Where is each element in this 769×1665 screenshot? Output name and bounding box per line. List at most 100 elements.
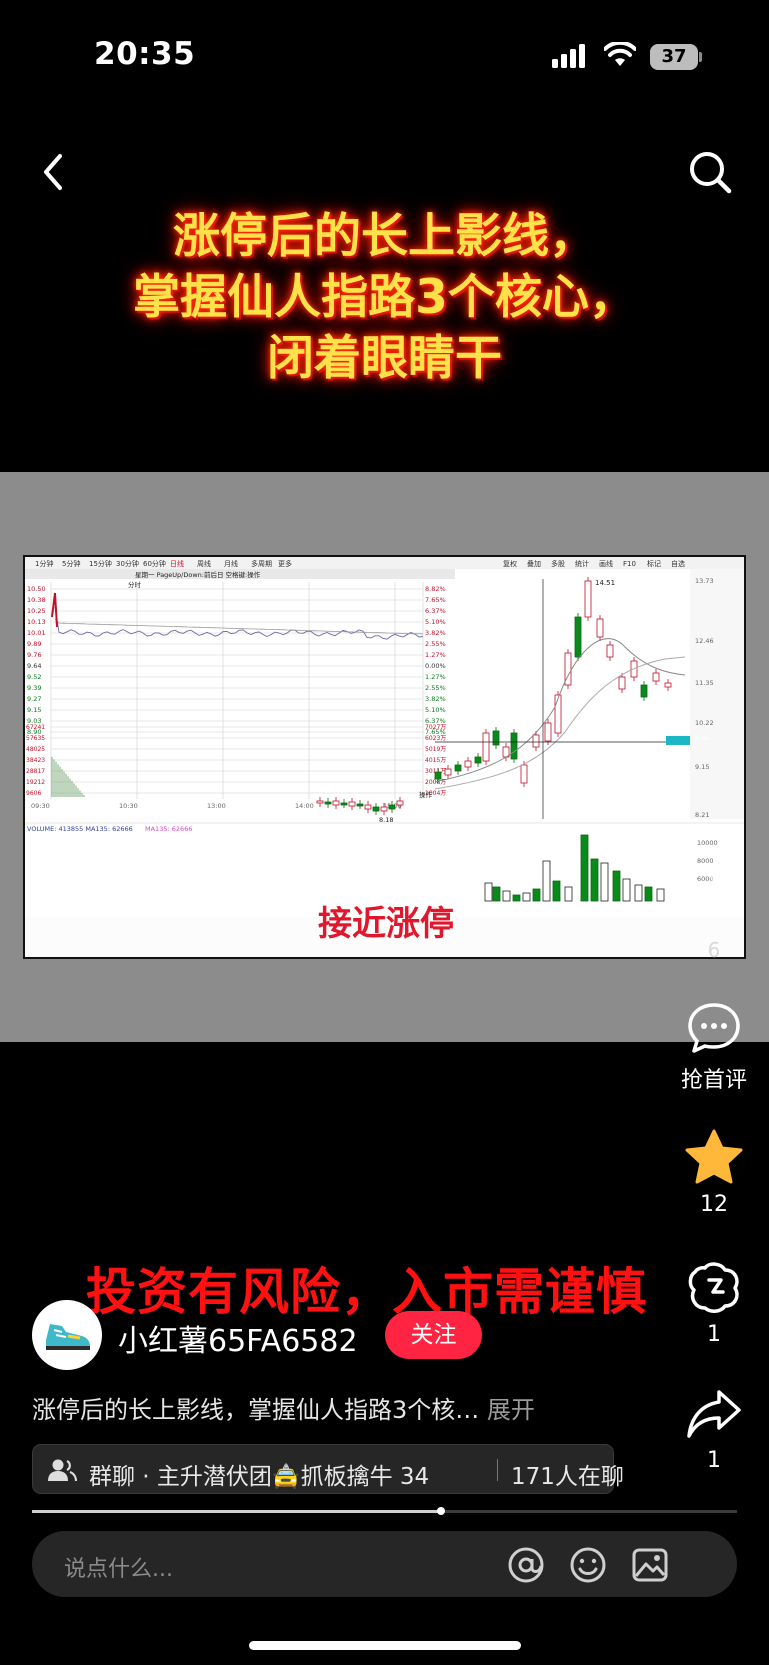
pct-tick: 5.10% xyxy=(425,706,446,714)
headline-line-1: 涨停后的长上影线， xyxy=(173,209,596,264)
volume-bar xyxy=(522,892,531,902)
candle xyxy=(492,730,500,746)
volume-bar xyxy=(484,882,493,902)
price-tick: 9.27 xyxy=(27,695,41,703)
comment-placeholder[interactable]: 说点什么... xyxy=(64,1551,173,1583)
toolbar-tab: 周线 xyxy=(197,559,211,568)
pct-tick: 2.55% xyxy=(425,684,446,692)
search-button[interactable] xyxy=(686,148,734,196)
comment-action[interactable]: 抢首评 xyxy=(668,1000,760,1094)
wifi-icon xyxy=(604,42,636,66)
group-chat-chip[interactable]: 群聊 · 主升潜伏团🚖抓板擒牛 34 171人在聊 xyxy=(32,1444,624,1494)
pct-tick: 5.10% xyxy=(425,618,446,626)
share-action[interactable]: 1 xyxy=(668,1388,760,1473)
op-label: 操作 xyxy=(419,790,433,799)
volume-tick: 9606 xyxy=(26,790,41,797)
price-tick: 9.64 xyxy=(27,662,41,670)
volume-tick: 4015万 xyxy=(425,757,446,764)
volume-tick: 38423 xyxy=(26,757,45,764)
volume-bar xyxy=(532,888,541,902)
candle xyxy=(388,804,396,810)
author-name[interactable]: 小红薯65FA6582 xyxy=(118,1316,358,1360)
near-limit-overlay: 接近涨停 xyxy=(318,904,454,944)
pct-tick: 7.65% xyxy=(425,596,446,604)
volume-bar xyxy=(542,860,551,902)
candle xyxy=(544,722,552,742)
time-tick: 13:00 xyxy=(207,802,226,810)
progress-knob[interactable] xyxy=(436,1507,445,1515)
kline-high-label: 14.51 xyxy=(595,579,615,587)
toolbar-button: 叠加 xyxy=(527,559,541,568)
group-chat-online: 171人在聊 xyxy=(511,1464,624,1490)
time-tick: 10:30 xyxy=(119,802,138,810)
volume-bar xyxy=(564,886,573,902)
candle xyxy=(520,764,528,784)
toolbar-button: 复权 xyxy=(503,559,517,568)
volume-bar xyxy=(634,884,643,902)
candle xyxy=(596,618,604,638)
comment-input-bar[interactable]: 说点什么... xyxy=(32,1531,737,1597)
price-tick: 9.76 xyxy=(27,651,41,659)
clock: 20:35 xyxy=(94,36,196,72)
price-tick: 10.50 xyxy=(27,585,46,593)
candle xyxy=(510,732,518,760)
follow-button[interactable]: 关注 xyxy=(385,1311,482,1359)
price-tick: 10.13 xyxy=(27,618,46,626)
toolbar-tab: 30分钟 xyxy=(116,559,139,568)
candle xyxy=(606,644,614,658)
toolbar-tab: 15分钟 xyxy=(89,559,112,568)
candle xyxy=(584,580,592,618)
price-tick: 10.38 xyxy=(27,596,46,604)
volume-bar xyxy=(612,870,621,902)
toolbar-tab: 更多 xyxy=(278,559,292,568)
author-avatar[interactable] xyxy=(32,1300,102,1370)
battery-icon: 37 xyxy=(650,44,702,70)
candle xyxy=(574,616,582,658)
back-button[interactable] xyxy=(36,150,70,194)
kline-price-tick: 8.21 xyxy=(695,811,709,819)
pct-tick: 3.82% xyxy=(425,629,446,637)
like-count: 6 xyxy=(707,938,721,962)
kline-price-tick: 10.22 xyxy=(695,719,714,727)
pct-tick: 1.27% xyxy=(425,651,446,659)
pct-tick: 1.27% xyxy=(425,673,446,681)
volume-bar xyxy=(622,878,631,902)
candle xyxy=(364,804,372,810)
price-tick: 9.39 xyxy=(27,684,41,692)
intraday-header: 星期一 PageUp/Down:前后日 空格键:操作 xyxy=(135,570,261,579)
candle xyxy=(482,732,490,762)
gift-count: 1 xyxy=(707,1322,721,1347)
candle xyxy=(444,768,452,776)
candle xyxy=(532,734,540,748)
volume-bar xyxy=(552,880,561,902)
price-tick: 10.25 xyxy=(27,607,46,615)
expand-link[interactable]: 展开 xyxy=(487,1396,535,1424)
volume-bar xyxy=(512,894,521,902)
playback-progress[interactable] xyxy=(32,1507,737,1515)
toolbar-tab: 1分钟 xyxy=(35,559,53,568)
gift-action[interactable]: 1 xyxy=(668,1258,760,1347)
volume-legend: VOLUME: 413855 MA135: 62666 xyxy=(27,825,133,833)
sneaker-avatar-icon xyxy=(46,1324,90,1350)
candle xyxy=(348,801,356,807)
pct-tick: 6.37% xyxy=(425,607,446,615)
image-icon[interactable] xyxy=(630,1545,670,1585)
status-bar: 20:35 37 xyxy=(0,0,769,110)
pct-tick: 8.82% xyxy=(425,585,446,593)
post-caption[interactable]: 涨停后的长上影线，掌握仙人指路3个核… 展开 xyxy=(32,1390,535,1425)
group-chat-name: 群聊 · 主升潜伏团🚖抓板擒牛 34 xyxy=(89,1464,430,1490)
emoji-icon[interactable] xyxy=(568,1545,608,1585)
comment-label: 抢首评 xyxy=(680,1068,747,1093)
like-button[interactable] xyxy=(688,870,740,920)
candle xyxy=(332,800,340,806)
candle xyxy=(324,801,332,805)
headline-line-3: 闭着眼睛干 xyxy=(267,331,502,386)
volume-legend-ma: MA135: 62666 xyxy=(145,825,192,833)
candle xyxy=(640,684,648,698)
toolbar-tab: 60分钟 xyxy=(143,559,166,568)
mention-icon[interactable] xyxy=(506,1545,546,1585)
volume-tick: 19212 xyxy=(26,779,45,786)
candle xyxy=(340,802,348,806)
toolbar-button: 画线 xyxy=(599,559,613,568)
collect-action[interactable]: 12 xyxy=(668,1128,760,1217)
